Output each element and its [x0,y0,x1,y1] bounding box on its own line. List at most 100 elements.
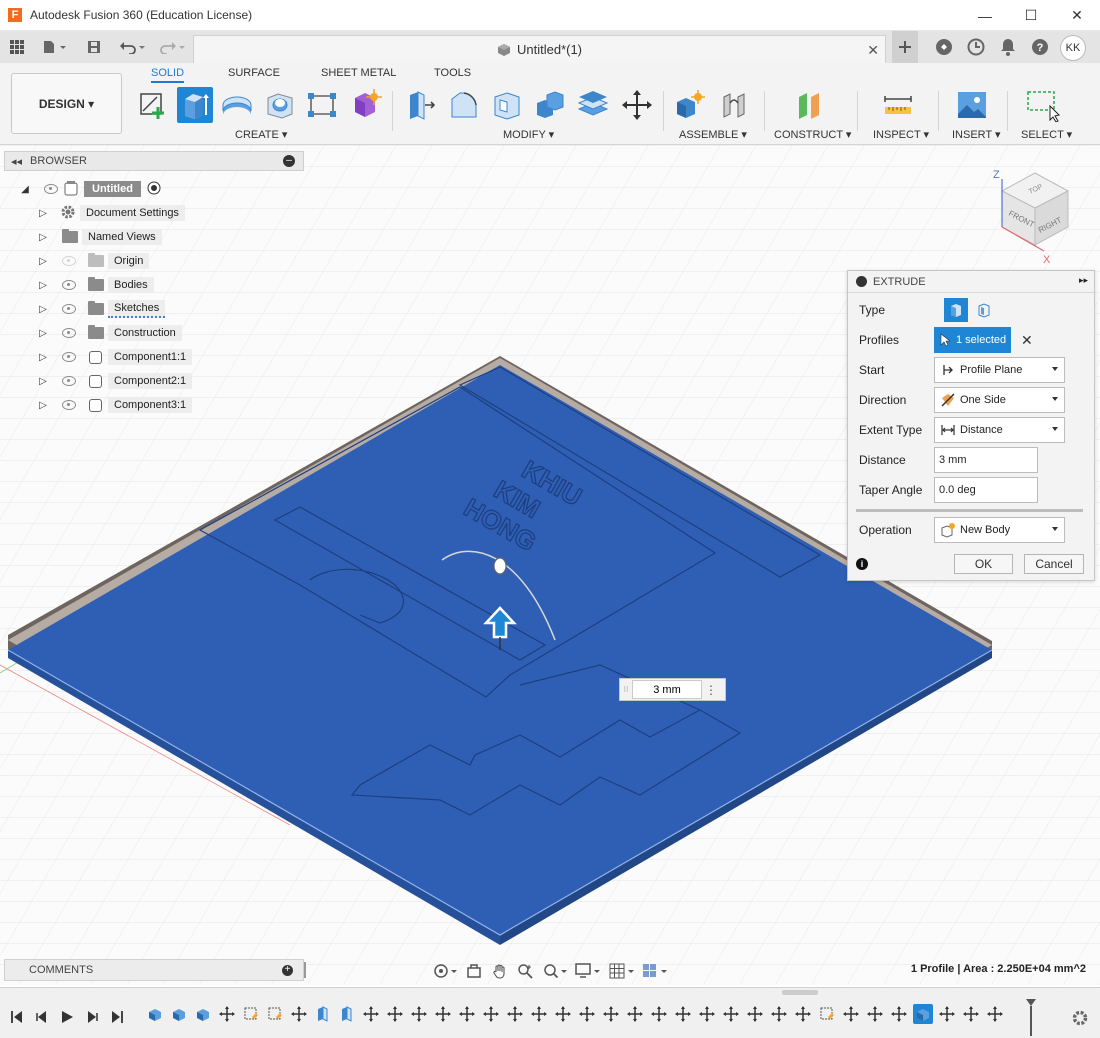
timeline-feature-body-icon[interactable] [913,1004,933,1024]
help-icon[interactable]: ? [1028,35,1052,59]
press-pull-icon[interactable] [403,87,439,123]
close-window-button[interactable]: ✕ [1054,0,1100,31]
browser-item-bodies[interactable]: ▷ Bodies [38,275,154,295]
workspace-switcher-button[interactable]: DESIGN ▾ [11,73,122,134]
expander-icon[interactable]: ▷ [38,376,48,387]
select-group-label[interactable]: SELECT ▾ [1021,128,1072,141]
timeline-feature-move-icon[interactable] [793,1004,813,1024]
tab-solid[interactable]: SOLID [151,67,185,83]
fillet-icon[interactable] [446,87,482,123]
orbit-icon[interactable] [430,960,459,982]
timeline-feature-move-icon[interactable] [649,1004,669,1024]
expander-icon[interactable]: ◢ [20,184,30,195]
browser-item-construction[interactable]: ▷ Construction [38,323,182,343]
insert-group-label[interactable]: INSERT ▾ [952,128,1001,141]
visibility-eye-icon[interactable] [62,376,76,386]
job-status-icon[interactable] [964,35,988,59]
create-sketch-icon[interactable] [135,87,171,123]
expander-icon[interactable]: ▷ [38,232,48,243]
extent-type-dropdown[interactable]: Distance [934,417,1065,443]
extrude-thin-type-icon[interactable] [972,298,996,322]
timeline-feature-sketch-icon[interactable] [241,1004,261,1024]
expander-icon[interactable]: ▷ [38,256,48,267]
timeline-feature-move-icon[interactable] [961,1004,981,1024]
go-to-end-icon[interactable] [108,1008,126,1026]
timeline-feature-move-icon[interactable] [385,1004,405,1024]
expand-dialog-icon[interactable]: ▸▸ [1079,275,1088,286]
minimize-button[interactable]: — [962,0,1008,31]
move-copy-icon[interactable] [619,87,655,123]
create-form-icon[interactable] [348,87,384,123]
timeline-feature-sketch-icon[interactable] [817,1004,837,1024]
extrude-icon[interactable] [177,87,213,123]
taper-angle-input[interactable] [934,477,1038,503]
new-component-icon[interactable] [672,87,708,123]
expander-icon[interactable]: ▷ [38,328,48,339]
timeline-feature-move-icon[interactable] [673,1004,693,1024]
visibility-eye-icon[interactable] [62,352,76,362]
hidden-eye-icon[interactable] [62,256,76,266]
combine-icon[interactable] [532,87,568,123]
insert-image-icon[interactable] [954,87,990,123]
look-at-icon[interactable] [463,960,485,982]
zoom-icon[interactable] [515,960,537,982]
timeline-feature-body-icon[interactable] [169,1004,189,1024]
expander-icon[interactable]: ▷ [38,304,48,315]
revolve-icon[interactable] [219,87,255,123]
step-back-icon[interactable] [33,1008,51,1026]
user-avatar[interactable]: KK [1060,35,1086,61]
viewports-icon[interactable] [641,960,670,982]
visibility-eye-icon[interactable] [44,184,58,194]
go-to-start-icon[interactable] [8,1008,26,1026]
display-settings-icon[interactable] [574,960,603,982]
comments-panel[interactable]: COMMENTS + [4,959,306,981]
timeline-feature-press-icon[interactable] [337,1004,357,1024]
extrude-dialog-header[interactable]: EXTRUDE ▸▸ [848,271,1094,293]
activate-radio-icon[interactable] [147,181,161,198]
file-menu-icon[interactable] [38,31,72,63]
timeline-marker[interactable] [1025,998,1037,1036]
inspect-group-label[interactable]: INSPECT ▾ [873,128,929,141]
redo-icon[interactable] [156,31,190,63]
timeline-feature-move-icon[interactable] [721,1004,741,1024]
undo-icon[interactable] [116,31,150,63]
offset-plane-icon[interactable] [792,87,828,123]
timeline-settings-gear-icon[interactable] [1070,1008,1090,1028]
ok-button[interactable]: OK [954,554,1013,574]
timeline-feature-move-icon[interactable] [553,1004,573,1024]
play-icon[interactable] [58,1008,76,1026]
start-dropdown[interactable]: Profile Plane [934,357,1065,383]
expander-icon[interactable]: ▷ [38,352,48,363]
data-panel-grid-icon[interactable] [6,31,28,63]
timeline-feature-move-icon[interactable] [937,1004,957,1024]
timeline-feature-move-icon[interactable] [505,1004,525,1024]
visibility-eye-icon[interactable] [62,400,76,410]
measure-icon[interactable] [880,87,916,123]
timeline-resize-handle[interactable] [782,990,818,995]
timeline-feature-move-icon[interactable] [985,1004,1005,1024]
timeline-feature-move-icon[interactable] [433,1004,453,1024]
visibility-eye-icon[interactable] [62,280,76,290]
browser-item-named-views[interactable]: ▷ Named Views [38,227,162,247]
tab-surface[interactable]: SURFACE [228,67,280,79]
create-group-label[interactable]: CREATE ▾ [235,128,287,141]
close-tab-icon[interactable]: ✕ [867,42,879,59]
timeline-feature-move-icon[interactable] [745,1004,765,1024]
direction-dropdown[interactable]: One Side [934,387,1065,413]
offset-face-icon[interactable] [575,87,611,123]
operation-dropdown[interactable]: New Body [934,517,1065,543]
construct-group-label[interactable]: CONSTRUCT ▾ [774,128,851,141]
timeline-feature-sketch-icon[interactable] [265,1004,285,1024]
drag-grip-icon[interactable]: ⁝⁝ [620,679,632,700]
pan-hand-icon[interactable] [489,960,511,982]
timeline-feature-move-icon[interactable] [409,1004,429,1024]
browser-item-component2[interactable]: ▷ Component2:1 [38,371,193,391]
browser-header[interactable]: ◂◂ BROWSER – [4,151,304,171]
timeline-feature-move-icon[interactable] [625,1004,645,1024]
timeline-feature-move-icon[interactable] [841,1004,861,1024]
clear-selection-icon[interactable]: ✕ [1021,332,1033,349]
timeline-feature-press-icon[interactable] [313,1004,333,1024]
timeline-feature-move-icon[interactable] [361,1004,381,1024]
timeline-feature-move-icon[interactable] [457,1004,477,1024]
browser-item-origin[interactable]: ▷ Origin [38,251,150,271]
